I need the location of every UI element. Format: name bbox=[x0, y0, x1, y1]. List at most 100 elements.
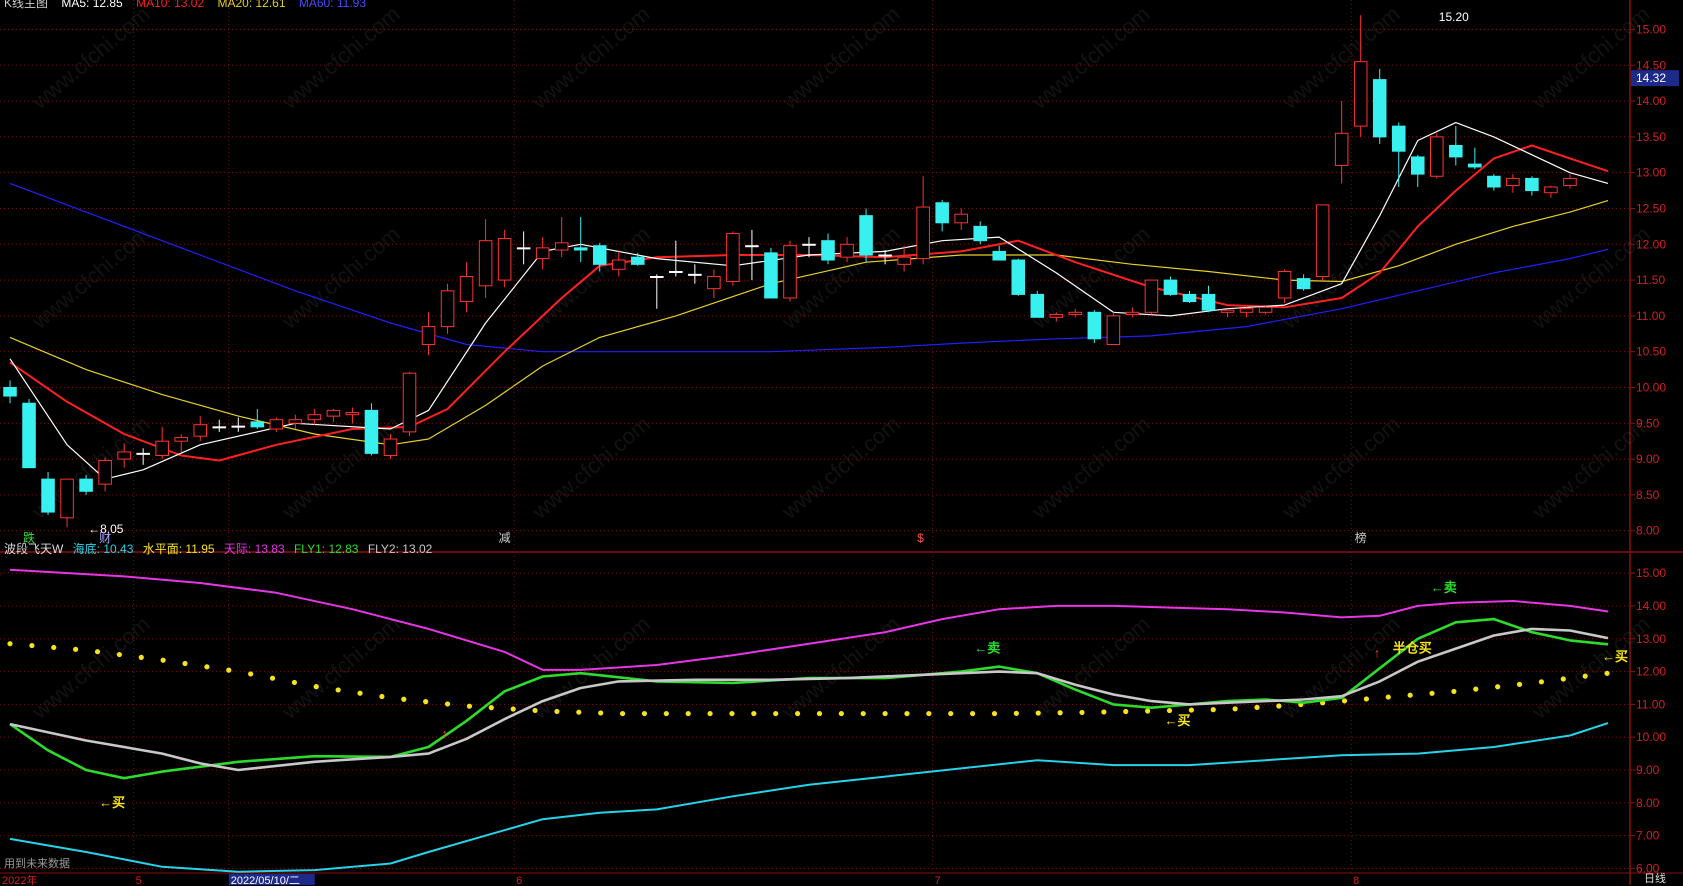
candle bbox=[402, 371, 417, 437]
candle bbox=[136, 448, 150, 465]
candle-body bbox=[916, 206, 930, 260]
candle bbox=[1544, 185, 1558, 198]
shuipingmian-dot bbox=[1473, 686, 1479, 692]
shuipingmian-dot bbox=[554, 708, 560, 715]
shuipingmian-dot bbox=[466, 703, 473, 709]
period-daily-button[interactable]: 日线 bbox=[1644, 870, 1666, 886]
candle bbox=[1372, 68, 1387, 145]
indicator-y-tick-label: 15.00 bbox=[1636, 566, 1666, 580]
candle-body bbox=[41, 478, 55, 513]
main-y-tick-label: 13.00 bbox=[1636, 166, 1666, 180]
shuipingmian-dot bbox=[1407, 692, 1413, 698]
event-marker: 减 bbox=[499, 531, 511, 545]
shuipingmian-dot bbox=[29, 642, 35, 649]
candle-body bbox=[1201, 293, 1216, 311]
candle bbox=[345, 407, 360, 424]
candle bbox=[1296, 274, 1311, 291]
shuipingmian-dot bbox=[1232, 706, 1238, 712]
ma60-legend: MA60: 11.93 bbox=[298, 0, 367, 10]
shuipingmian-dot bbox=[1254, 704, 1260, 710]
price-extreme-label: 15.20 bbox=[1439, 10, 1469, 24]
shuipingmian-dot bbox=[160, 657, 166, 663]
shuipingmian-dot bbox=[1582, 673, 1588, 679]
shuipingmian-dot bbox=[641, 710, 648, 717]
watermark-text: www.cfchi.com bbox=[1276, 611, 1404, 724]
shuipingmian-dot bbox=[1057, 710, 1063, 716]
chart-canvas[interactable]: www.cfchi.com www.cfchi.com www.cfchi.com w… bbox=[0, 0, 1683, 885]
shuipingmian-dot bbox=[1538, 679, 1545, 685]
candle bbox=[516, 231, 531, 265]
shuipingmian-dot bbox=[204, 664, 210, 670]
shuipingmian-dot bbox=[729, 710, 735, 717]
shuipingmian-value: 11.95 bbox=[185, 542, 215, 556]
indicator-y-tick-label: 9.00 bbox=[1636, 763, 1660, 777]
candle bbox=[22, 398, 36, 469]
candle bbox=[3, 380, 17, 404]
fly2-value: 13.02 bbox=[402, 542, 433, 556]
indicator-name[interactable]: 波段飞天W bbox=[4, 542, 63, 556]
shuipingmian-dot bbox=[182, 660, 188, 667]
candle-body bbox=[288, 419, 303, 424]
tianji-value: 13.83 bbox=[254, 542, 285, 556]
watermark-text: www.cfchi.com bbox=[526, 611, 654, 724]
indicator-y-tick-label: 7.00 bbox=[1636, 829, 1660, 843]
shuipingmian-dot bbox=[94, 649, 101, 655]
shuipingmian-dot bbox=[1385, 694, 1391, 700]
watermark-text: www.cfchi.com bbox=[276, 611, 404, 724]
candle bbox=[916, 176, 930, 265]
future-data-note: 用到未来数据 bbox=[4, 858, 70, 870]
candle bbox=[573, 217, 588, 263]
candle-body bbox=[478, 240, 493, 287]
candle-body bbox=[592, 245, 607, 265]
candle-body bbox=[1315, 204, 1330, 277]
shuipingmian-label: 水平面: bbox=[142, 542, 183, 556]
candle bbox=[1468, 147, 1482, 170]
main-chart-header: K线主图 MA5: 12.85 MA10: 13.02 MA20: 12.61 … bbox=[4, 0, 366, 11]
watermark-text: www.cfchi.com bbox=[776, 611, 904, 724]
haidi-label: 海底: bbox=[72, 542, 101, 556]
candle bbox=[1030, 290, 1045, 318]
indicator-item-shuipingmian: 水平面: 11.95 bbox=[143, 542, 215, 556]
shuipingmian-dot bbox=[423, 699, 429, 705]
candle bbox=[497, 229, 512, 288]
candle bbox=[155, 426, 169, 460]
shuipingmian-dot bbox=[1341, 698, 1348, 704]
shuipingmian-dot bbox=[357, 690, 363, 696]
shuipingmian-dot bbox=[313, 684, 319, 690]
shuipingmian-dot bbox=[1276, 703, 1282, 709]
candle bbox=[421, 312, 436, 356]
candle-body bbox=[497, 238, 512, 281]
candle-body bbox=[1163, 279, 1178, 295]
shuipingmian-dot bbox=[488, 705, 494, 711]
candle-body bbox=[1334, 132, 1349, 167]
candle bbox=[554, 217, 569, 258]
shuipingmian-dot bbox=[1451, 688, 1457, 695]
candle-body bbox=[364, 409, 379, 454]
candle-body bbox=[897, 256, 911, 265]
indicator-y-tick-label: 10.00 bbox=[1636, 730, 1666, 744]
indicator-item-haidi: 海底: 10.43 bbox=[73, 542, 134, 556]
watermark-text: www.cfchi.com bbox=[526, 221, 654, 334]
candle-body bbox=[1239, 308, 1254, 313]
ma10-legend: MA10: 13.02 bbox=[136, 0, 205, 10]
trade-signal: ←买 bbox=[99, 795, 125, 810]
candle-body bbox=[1563, 177, 1577, 187]
candle bbox=[1506, 174, 1520, 193]
main-y-tick-label: 11.50 bbox=[1636, 273, 1665, 287]
shuipingmian-dot bbox=[970, 710, 976, 717]
candle bbox=[821, 233, 835, 265]
candle-body bbox=[79, 478, 93, 492]
candle bbox=[269, 417, 284, 432]
candle-body bbox=[1525, 177, 1539, 192]
main-y-tick-label: 12.00 bbox=[1636, 237, 1666, 251]
fly1-label: FLY1: bbox=[293, 542, 326, 556]
indicator-line-haidi bbox=[9, 722, 1609, 873]
candle-body bbox=[1372, 79, 1387, 138]
candle bbox=[478, 219, 493, 298]
candle-body bbox=[459, 276, 474, 303]
candle-body bbox=[1506, 177, 1520, 187]
candle-body bbox=[726, 233, 740, 283]
indicator-y-tick-label: 13.00 bbox=[1636, 632, 1666, 646]
candle bbox=[231, 417, 246, 432]
trade-signal: ←买 bbox=[1164, 713, 1190, 728]
